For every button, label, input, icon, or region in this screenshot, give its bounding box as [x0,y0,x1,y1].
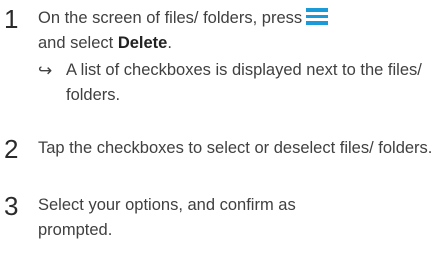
step-text: On the screen of files/ folders, press a… [38,6,442,56]
step-text-part: and select [38,34,114,52]
step-text: Select your options, and confirm as prom… [38,196,296,239]
menu-icon [306,8,329,25]
step-number: 1 [4,4,19,34]
step-number: 3 [4,191,19,221]
delete-label: Delete [117,34,168,52]
step-text-part: On the screen of files/ folders, press [38,9,303,27]
result-text: A list of checkboxes is displayed next t… [66,61,422,104]
step-text-part: . [167,34,172,52]
step-text: Tap the checkboxes to select or deselect… [38,139,433,157]
result-arrow-icon: ↪ [38,61,53,80]
step-number: 2 [4,134,19,164]
